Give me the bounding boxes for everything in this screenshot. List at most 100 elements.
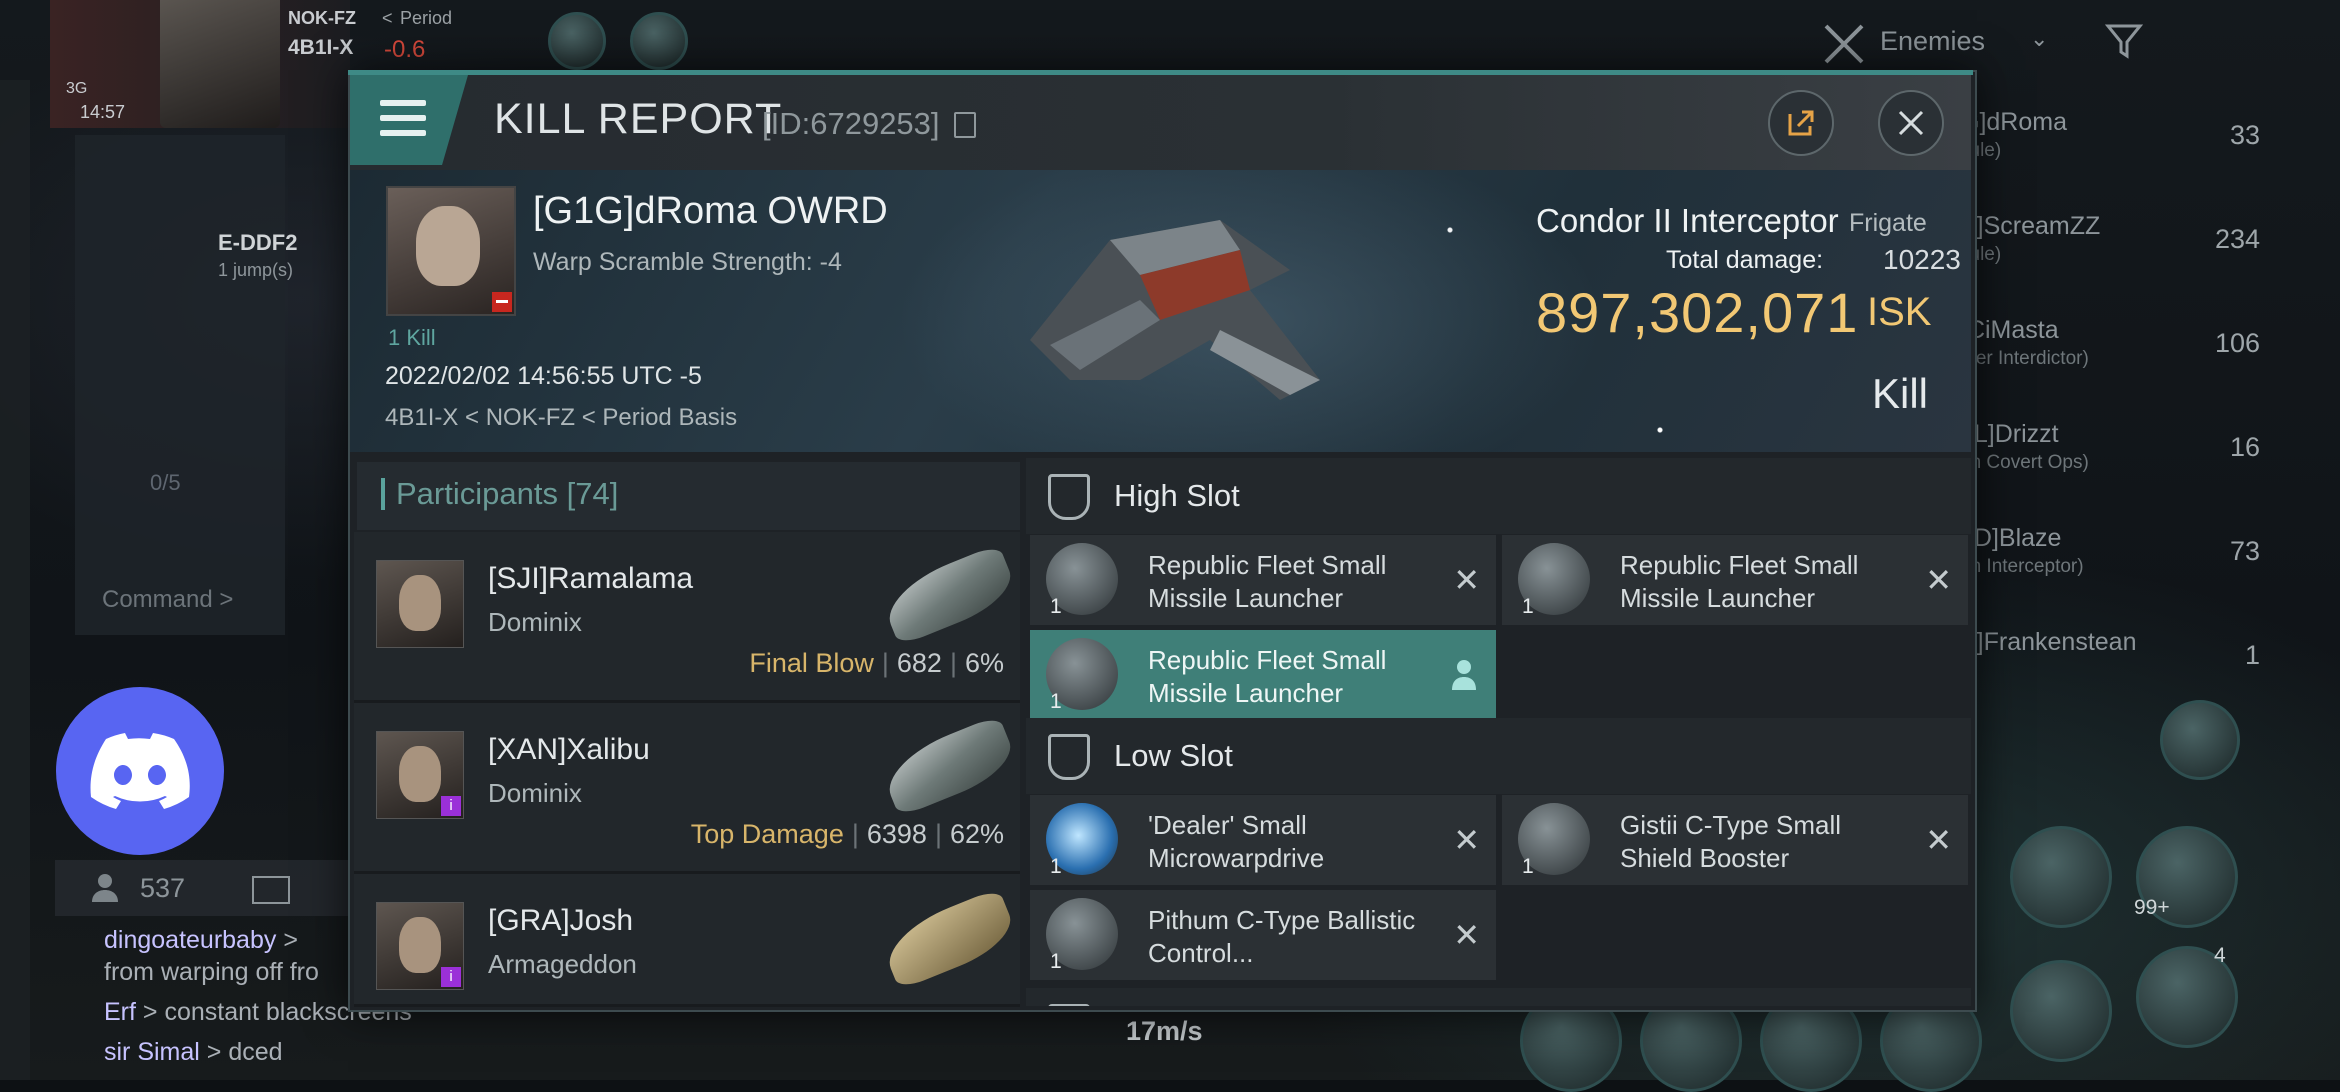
close-icon <box>1898 110 1924 136</box>
participant-name: [SJI]Ramalama <box>488 562 694 595</box>
mail-icon[interactable] <box>252 876 290 904</box>
participant-ship-image <box>877 887 1021 991</box>
participant-stats: Top Damage | 6398 | 62% <box>690 819 1004 849</box>
victim-ship-class: Frigate <box>1849 209 1927 237</box>
security-status: -0.6 <box>384 36 426 63</box>
fleet-slot-count: 0/5 <box>150 470 181 495</box>
warp-scramble-strength: Warp Scramble Strength: -4 <box>533 248 842 276</box>
left-edge-panel <box>0 80 30 1080</box>
participant-role: Final Blow <box>749 648 874 678</box>
module-item[interactable]: 1 Republic Fleet Small Missile Launcher … <box>1502 535 1968 625</box>
enemies-filter-label[interactable]: Enemies <box>1880 26 1985 57</box>
filter-icon[interactable] <box>2104 22 2144 62</box>
drone-badge: 99+ <box>2134 896 2170 919</box>
close-button[interactable] <box>1878 90 1944 156</box>
module-quantity: 1 <box>1050 950 1062 973</box>
participant-ship-image <box>877 543 1021 647</box>
module-quantity: 1 <box>1522 855 1534 878</box>
low-slot-title: Low Slot <box>1114 738 1233 773</box>
high-slot-header: High Slot <box>1026 458 1971 534</box>
module-quantity: 1 <box>1050 855 1062 878</box>
pilot-portrait[interactable] <box>160 0 280 128</box>
participant-ship: Armageddon <box>488 949 637 979</box>
info-badge-icon: i <box>441 967 461 987</box>
chat-message: dingoateurbaby > <box>104 926 298 954</box>
module-button[interactable] <box>2010 826 2112 928</box>
participant-name: [GRA]Josh <box>488 904 634 937</box>
module-name: Gistii C-Type Small Shield Booster <box>1620 810 1842 873</box>
dropped-person-icon <box>1452 660 1476 690</box>
participant-row[interactable]: i [GRA]Josh Armageddon <box>354 874 1021 1007</box>
victim-name[interactable]: [G1G]dRoma OWRD <box>533 190 888 233</box>
participant-stats: Final Blow | 682 | 6% <box>749 648 1004 678</box>
jump-count: 1 jump(s) <box>218 260 294 280</box>
chevron-right-icon: > <box>219 586 234 613</box>
participant-percent: 6% <box>964 648 1004 678</box>
isk-unit: ISK <box>1867 290 1932 334</box>
discord-button[interactable] <box>56 687 224 855</box>
module-name: Pithum C-Type Ballistic Control... <box>1148 905 1416 968</box>
participant-damage: 682 <box>896 648 942 678</box>
module-name: Republic Fleet Small Missile Launcher <box>1148 550 1387 613</box>
count-badge: 4 <box>2214 944 2226 967</box>
command-label: Command <box>102 586 213 613</box>
overview-row[interactable]: A]Frankenstean 1 <box>1960 610 2260 670</box>
low-slot-header: Low Slot <box>1026 718 1971 794</box>
low-slot-icon <box>1048 734 1090 780</box>
local-count: 537 <box>140 873 186 903</box>
participant-ship: Dominix <box>488 607 582 637</box>
clock: 14:57 <box>80 102 126 122</box>
overview-row[interactable]: 4D]Blaze on Interceptor) 73 <box>1960 506 2260 610</box>
chat-message-cont: from warping off fro <box>104 958 319 986</box>
fleet-column <box>75 135 285 635</box>
module-button[interactable] <box>2010 960 2112 1062</box>
chevron-down-icon[interactable]: ⌄ <box>2030 26 2048 52</box>
corp-emblem-icon[interactable] <box>548 12 606 70</box>
command-button[interactable]: Command > <box>102 586 233 614</box>
share-button[interactable] <box>1768 90 1834 156</box>
high-slot-icon <box>1048 474 1090 520</box>
discord-icon <box>90 733 190 809</box>
victim-face <box>416 206 480 286</box>
report-result: Kill <box>1872 370 1929 417</box>
hamburger-icon[interactable] <box>380 100 426 145</box>
participants-accent <box>381 478 385 510</box>
module-quantity: 1 <box>1050 595 1062 618</box>
module-item[interactable]: 1 'Dealer' Small Microwarpdrive ✕ <box>1030 795 1496 885</box>
report-id: [ID:6729253] <box>762 106 940 141</box>
destination-name[interactable]: E-DDF2 <box>218 230 297 256</box>
chat-message: sir Simal > dced <box>104 1038 283 1066</box>
participant-name: [XAN]Xalibu <box>488 733 650 766</box>
module-item[interactable]: 1 Pithum C-Type Ballistic Control... ✕ <box>1030 890 1496 980</box>
alliance-emblem-icon[interactable] <box>630 12 688 70</box>
participant-damage: 6398 <box>866 819 927 849</box>
participant-row[interactable]: [SJI]Ramalama Dominix Final Blow | 682 | 6% <box>354 532 1021 703</box>
constellation-name: NOK-FZ <box>288 8 356 28</box>
module-item[interactable]: 1 Republic Fleet Small Missile Launcher <box>1030 630 1496 720</box>
local-members-icon[interactable] <box>90 872 120 902</box>
module-quantity: 1 <box>1522 595 1534 618</box>
module-item[interactable]: 1 Republic Fleet Small Missile Launcher … <box>1030 535 1496 625</box>
overview-row[interactable]: A]ScreamZZ sule) 234 <box>1960 194 2260 298</box>
overview-row[interactable]: LL]Drizzt on Covert Ops) 16 <box>1960 402 2260 506</box>
module-name: Republic Fleet Small Missile Launcher <box>1148 645 1387 708</box>
mid-slot-icon <box>1048 1004 1090 1006</box>
victim-ship-name[interactable]: Condor II Interceptor <box>1536 202 1839 240</box>
module-item[interactable]: 1 Gistii C-Type Small Shield Booster ✕ <box>1502 795 1968 885</box>
overview-row[interactable]: [CiMasta rcer Interdictor) 106 <box>1960 298 2260 402</box>
destroyed-icon: ✕ <box>1453 822 1480 858</box>
participant-portrait[interactable]: i <box>376 902 464 990</box>
module-quantity: 1 <box>1050 690 1062 713</box>
total-damage-value: 10223 <box>1883 244 1961 275</box>
participant-portrait[interactable] <box>376 560 464 648</box>
copy-icon[interactable] <box>954 112 976 138</box>
high-slot-title: High Slot <box>1114 478 1240 513</box>
overview-list: G]dRoma sule) 33 A]ScreamZZ sule) 234 [CiMas… <box>1960 90 2260 670</box>
swap-icon[interactable] <box>2160 700 2240 780</box>
participant-portrait[interactable]: i <box>376 731 464 819</box>
participant-ship: Dominix <box>488 778 582 808</box>
signal-indicator: 3G <box>66 80 88 97</box>
participant-row[interactable]: i [XAN]Xalibu Dominix Top Damage | 6398 | 62… <box>354 703 1021 874</box>
info-badge-icon: i <box>441 796 461 816</box>
overview-row[interactable]: G]dRoma sule) 33 <box>1960 90 2260 194</box>
